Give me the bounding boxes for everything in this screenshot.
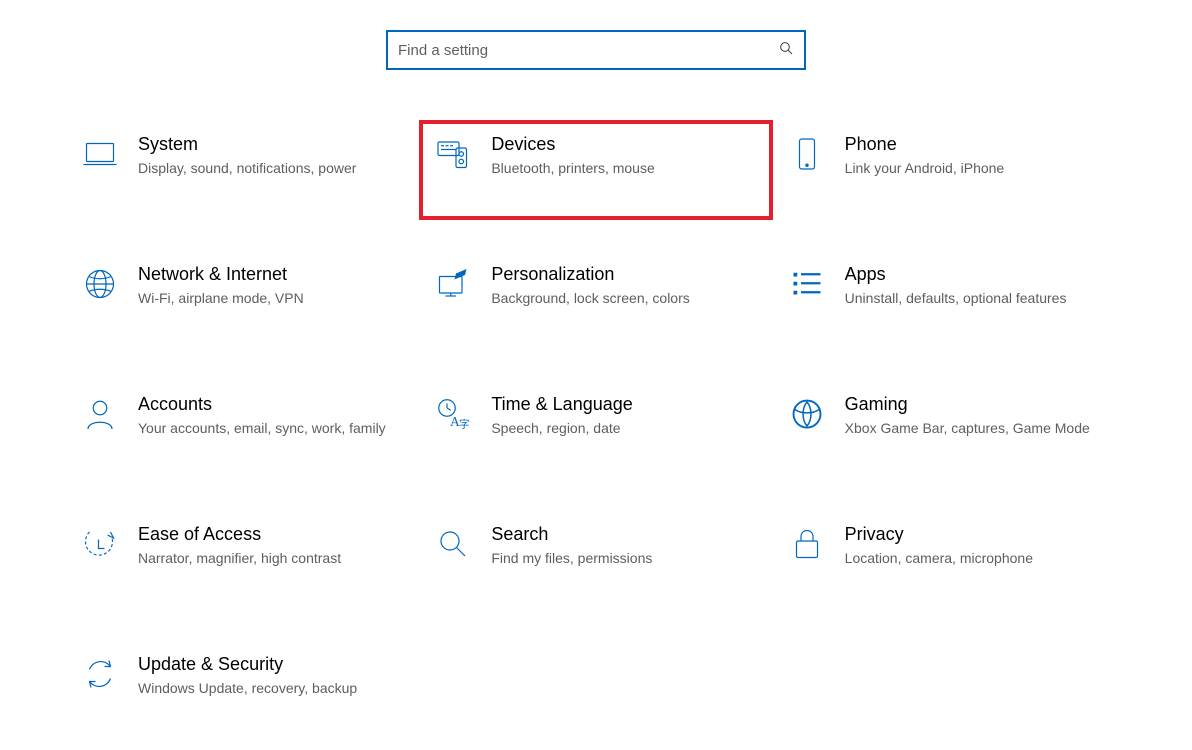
tile-update-security[interactable]: Update & Security Windows Update, recove… <box>66 640 419 740</box>
tile-title: Time & Language <box>491 394 748 415</box>
tile-title: Privacy <box>845 524 1102 545</box>
tile-personalization[interactable]: Personalization Background, lock screen,… <box>419 250 772 350</box>
tile-network[interactable]: Network & Internet Wi-Fi, airplane mode,… <box>66 250 419 350</box>
globe-icon <box>80 264 120 304</box>
tile-desc: Display, sound, notifications, power <box>138 159 395 178</box>
tile-desc: Bluetooth, printers, mouse <box>491 159 748 178</box>
tile-title: Personalization <box>491 264 748 285</box>
tile-desc: Narrator, magnifier, high contrast <box>138 549 395 568</box>
tile-title: Ease of Access <box>138 524 395 545</box>
tile-privacy[interactable]: Privacy Location, camera, microphone <box>773 510 1126 610</box>
svg-text:字: 字 <box>459 418 470 431</box>
tile-title: Gaming <box>845 394 1102 415</box>
ease-of-access-icon <box>80 524 120 564</box>
tile-gaming[interactable]: Gaming Xbox Game Bar, captures, Game Mod… <box>773 380 1126 480</box>
time-language-icon: A 字 <box>433 394 473 434</box>
tile-desc: Uninstall, defaults, optional features <box>845 289 1102 308</box>
tile-desc: Speech, region, date <box>491 419 748 438</box>
search-box[interactable] <box>386 30 806 70</box>
tile-desc: Background, lock screen, colors <box>491 289 748 308</box>
tile-title: Update & Security <box>138 654 395 675</box>
tile-time-language[interactable]: A 字 Time & Language Speech, region, date <box>419 380 772 480</box>
tile-title: Phone <box>845 134 1102 155</box>
tile-apps[interactable]: Apps Uninstall, defaults, optional featu… <box>773 250 1126 350</box>
tile-devices[interactable]: Devices Bluetooth, printers, mouse <box>419 120 772 220</box>
update-security-icon <box>80 654 120 694</box>
devices-icon <box>433 134 473 174</box>
tile-desc: Link your Android, iPhone <box>845 159 1102 178</box>
tile-desc: Wi-Fi, airplane mode, VPN <box>138 289 395 308</box>
search-tile-icon <box>433 524 473 564</box>
apps-icon <box>787 264 827 304</box>
tile-title: Network & Internet <box>138 264 395 285</box>
tile-desc: Find my files, permissions <box>491 549 748 568</box>
tile-phone[interactable]: Phone Link your Android, iPhone <box>773 120 1126 220</box>
tile-title: Accounts <box>138 394 395 415</box>
tile-search[interactable]: Search Find my files, permissions <box>419 510 772 610</box>
tile-desc: Windows Update, recovery, backup <box>138 679 395 698</box>
tile-desc: Your accounts, email, sync, work, family <box>138 419 395 438</box>
tile-title: Search <box>491 524 748 545</box>
search-icon <box>778 40 794 61</box>
tile-desc: Location, camera, microphone <box>845 549 1102 568</box>
phone-icon <box>787 134 827 174</box>
tile-accounts[interactable]: Accounts Your accounts, email, sync, wor… <box>66 380 419 480</box>
gaming-icon <box>787 394 827 434</box>
search-section <box>0 0 1192 90</box>
privacy-icon <box>787 524 827 564</box>
tile-desc: Xbox Game Bar, captures, Game Mode <box>845 419 1102 438</box>
search-input[interactable] <box>398 42 778 59</box>
tile-title: System <box>138 134 395 155</box>
tile-title: Devices <box>491 134 748 155</box>
tile-ease-of-access[interactable]: Ease of Access Narrator, magnifier, high… <box>66 510 419 610</box>
tile-title: Apps <box>845 264 1102 285</box>
personalization-icon <box>433 264 473 304</box>
system-icon <box>80 134 120 174</box>
tile-system[interactable]: System Display, sound, notifications, po… <box>66 120 419 220</box>
accounts-icon <box>80 394 120 434</box>
settings-grid: System Display, sound, notifications, po… <box>66 120 1126 740</box>
